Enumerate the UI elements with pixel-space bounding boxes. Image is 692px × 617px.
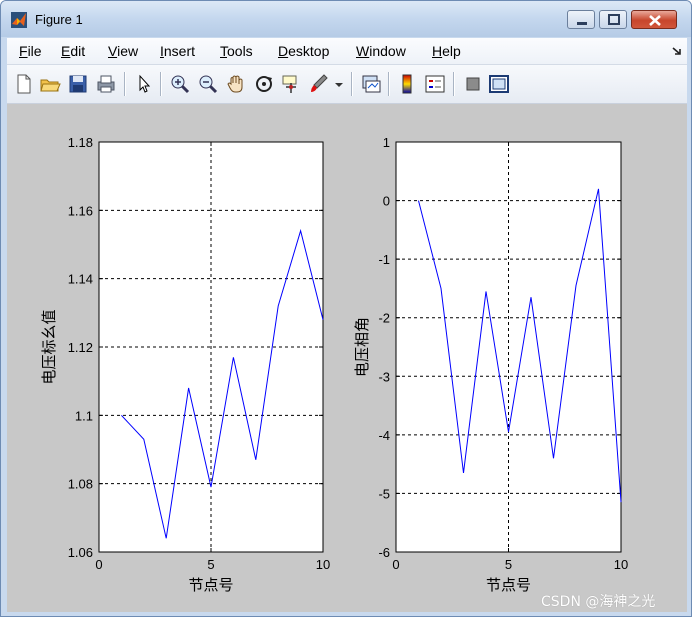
show-plot-tools-icon[interactable] (488, 73, 510, 95)
menu-desktop[interactable]: Desktop (278, 43, 329, 59)
x-axis-label: 节点号 (188, 576, 233, 594)
menu-mnemonic: H (432, 43, 443, 59)
rotate-3d-icon[interactable] (253, 73, 275, 95)
menu-label-rest: ile (27, 43, 42, 59)
select-arrow-icon[interactable] (133, 73, 155, 95)
toolbar-separator (124, 72, 126, 96)
y-tick-label: -2 (378, 311, 390, 326)
axes-1: 0 5 10 1.06 1.08 1.1 1.12 1.14 1.16 1.18 节点号 电压标幺值 (40, 135, 330, 594)
menu-mnemonic: F (19, 43, 28, 59)
y-axis-label: 电压标幺值 (40, 309, 58, 384)
menu-label-rest: elp (442, 43, 461, 59)
figure-canvas: 0 5 10 1.06 1.08 1.1 1.12 1.14 1.16 1.18 节点号 电压标幺值 0… (7, 104, 687, 612)
colorbar-icon[interactable] (396, 73, 418, 95)
title-bar[interactable]: Figure 1 (1, 1, 691, 37)
y-tick-label: 1.14 (68, 272, 93, 287)
matlab-logo-icon (11, 12, 27, 28)
data-cursor-icon[interactable] (280, 73, 302, 95)
legend-icon[interactable] (424, 73, 446, 95)
toolbar-separator (388, 72, 390, 96)
minimize-icon (577, 22, 587, 25)
y-tick-label: 1.06 (68, 545, 93, 560)
menu-label-rest: indow (369, 43, 406, 59)
menu-label-rest: nsert (163, 43, 196, 59)
menu-tools[interactable]: Tools (220, 43, 253, 59)
save-icon[interactable] (67, 73, 89, 95)
menu-window[interactable]: Window (356, 43, 406, 59)
menu-help[interactable]: Help (432, 43, 461, 59)
y-tick-label: 1.18 (68, 135, 93, 150)
menu-insert[interactable]: Insert (160, 43, 195, 59)
x-tick-label: 0 (95, 557, 102, 572)
x-tick-label: 5 (505, 557, 512, 572)
menu-mnemonic: T (220, 43, 227, 59)
hide-plot-tools-icon[interactable] (462, 73, 484, 95)
axes-2: 0 5 10 -6 -5 -4 -3 -2 -1 0 1 节点号 电压相角 (353, 135, 628, 594)
y-tick-label: 1.1 (75, 408, 93, 423)
menu-label-rest: esktop (288, 43, 330, 59)
menu-label-rest: dit (70, 43, 86, 59)
pan-hand-icon[interactable] (225, 73, 247, 95)
y-tick-label: -1 (378, 252, 390, 267)
toolbar-separator (160, 72, 162, 96)
chevron-down-icon[interactable] (333, 73, 345, 95)
x-tick-label: 5 (207, 557, 214, 572)
close-icon (649, 15, 661, 26)
x-tick-label: 10 (614, 557, 628, 572)
x-tick-label: 0 (392, 557, 399, 572)
menu-mnemonic: W (356, 43, 370, 59)
y-tick-label: 1.08 (68, 477, 93, 492)
menu-mnemonic: E (61, 43, 71, 59)
y-axis-label: 电压相角 (353, 317, 371, 377)
link-plot-icon[interactable] (360, 73, 382, 95)
y-tick-label: -6 (378, 545, 390, 560)
open-file-icon[interactable] (39, 73, 61, 95)
minimize-button[interactable] (567, 10, 595, 29)
x-tick-label: 10 (316, 557, 330, 572)
brush-icon[interactable] (308, 73, 330, 95)
toolbar-separator (453, 72, 455, 96)
y-tick-label: -3 (378, 369, 390, 384)
maximize-icon (608, 14, 620, 25)
maximize-button[interactable] (599, 10, 627, 29)
plot-canvas: 0 5 101.061.081.11.121.141.161.18节点号电压标幺值0… (40, 135, 628, 594)
zoom-out-icon[interactable] (197, 73, 219, 95)
menu-file[interactable]: File (19, 43, 42, 59)
close-button[interactable] (631, 10, 677, 29)
y-tick-label: 1.12 (68, 340, 93, 355)
figure-toolbar (7, 65, 687, 104)
menu-view[interactable]: View (108, 43, 138, 59)
window-title: Figure 1 (35, 12, 83, 27)
y-tick-label: -5 (378, 486, 390, 501)
menu-label-rest: iew (117, 43, 139, 59)
figure-window: Figure 1 File Edit View Insert Tools Desktop W… (0, 0, 692, 617)
menu-label-rest: ools (227, 43, 253, 59)
x-axis-label: 节点号 (486, 576, 531, 594)
y-tick-label: 1 (383, 135, 390, 150)
y-tick-label: -4 (378, 428, 390, 443)
new-figure-icon[interactable] (13, 73, 35, 95)
y-tick-label: 1.16 (68, 203, 93, 218)
y-tick-label: 0 (383, 194, 390, 209)
menu-edit[interactable]: Edit (61, 43, 85, 59)
menu-mnemonic: V (108, 43, 118, 59)
menu-bar: File Edit View Insert Tools Desktop Window Help (7, 38, 687, 65)
print-icon[interactable] (95, 73, 117, 95)
watermark-text: CSDN @海神之光 (541, 594, 656, 610)
zoom-in-icon[interactable] (169, 73, 191, 95)
dock-arrow-icon[interactable] (672, 46, 682, 56)
menu-mnemonic: D (278, 43, 289, 59)
toolbar-separator (351, 72, 353, 96)
